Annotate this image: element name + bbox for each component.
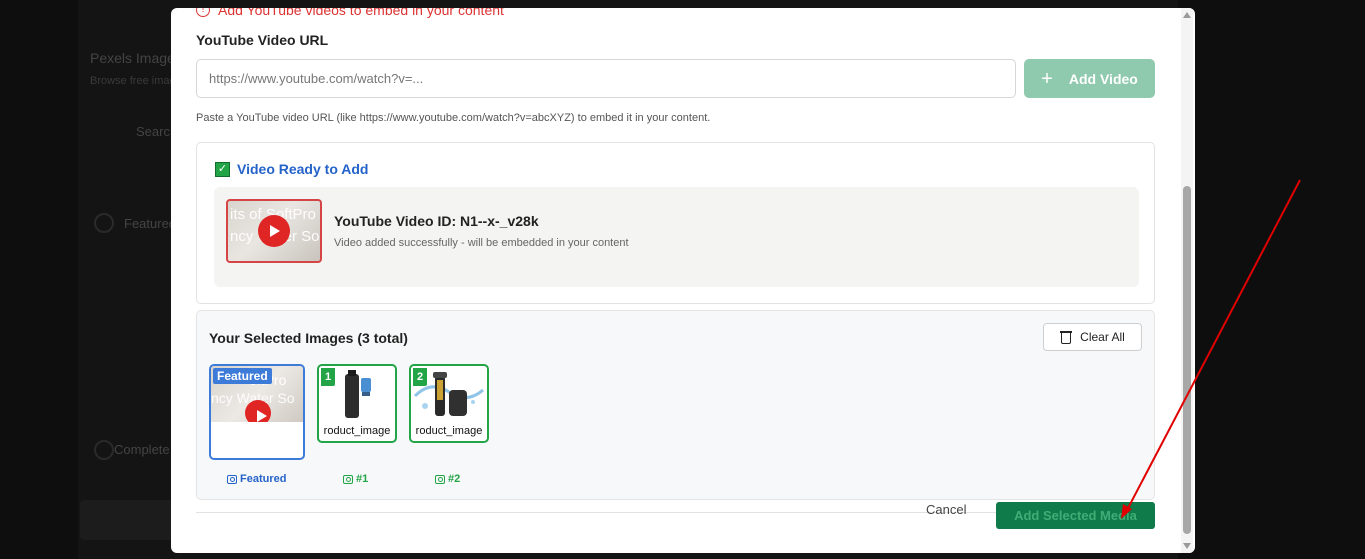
- image-number-badge: 2: [413, 368, 427, 386]
- image-1-label-text: #1: [356, 473, 369, 485]
- image-2-label-text: #2: [448, 473, 461, 485]
- bg-complete-icon: [94, 440, 114, 460]
- bg-featured-icon: [94, 213, 114, 233]
- bg-complete-label: Complete: [114, 442, 170, 457]
- modal-scrollbar[interactable]: [1181, 8, 1193, 553]
- scroll-down-arrow-icon[interactable]: [1183, 543, 1191, 549]
- play-icon[interactable]: [258, 215, 290, 247]
- check-icon: ✓: [215, 161, 230, 177]
- youtube-url-label: YouTube Video URL: [196, 32, 329, 48]
- error-text: Add YouTube videos to embed in your cont…: [218, 8, 504, 18]
- video-status-text: Video added successfully - will be embed…: [334, 237, 629, 249]
- scrollbar-thumb[interactable]: [1183, 186, 1191, 534]
- alert-circle-icon: !: [196, 8, 210, 17]
- image-icon: [227, 474, 237, 484]
- selected-image-featured[interactable]: oftPro ncy Water So Featured: [209, 364, 305, 460]
- error-message: ! Add YouTube videos to embed in your co…: [196, 8, 504, 18]
- featured-label-text: Featured: [240, 473, 287, 485]
- video-preview-card: its of SoftPro ncy Water So YouTube Vide…: [214, 187, 1139, 287]
- image-1-label: #1: [343, 473, 368, 485]
- modal-content: ! Add YouTube videos to embed in your co…: [196, 8, 1155, 553]
- selected-image-2[interactable]: 2 roduct_image: [409, 364, 489, 443]
- clear-all-button[interactable]: Clear All: [1043, 323, 1142, 351]
- video-id-label: YouTube Video ID: N1--x-_v28k: [334, 213, 539, 229]
- image-number-badge: 1: [321, 368, 335, 386]
- image-caption: roduct_image: [323, 425, 391, 437]
- featured-badge: Featured: [213, 368, 272, 384]
- trash-icon: [1060, 330, 1073, 344]
- url-help-text: Paste a YouTube video URL (like https://…: [196, 112, 711, 124]
- bg-title: Pexels Images: [90, 50, 182, 66]
- plus-icon: +: [1041, 67, 1053, 90]
- image-2-label: #2: [435, 473, 460, 485]
- scroll-up-arrow-icon[interactable]: [1183, 12, 1191, 18]
- video-ready-heading: ✓ Video Ready to Add: [215, 161, 368, 177]
- cancel-button[interactable]: Cancel: [926, 502, 966, 517]
- selected-image-1[interactable]: 1 roduct_image: [317, 364, 397, 443]
- add-video-button[interactable]: + Add Video: [1024, 59, 1155, 98]
- camera-icon: [343, 474, 353, 484]
- clear-all-label: Clear All: [1080, 330, 1125, 344]
- add-media-modal: ! Add YouTube videos to embed in your co…: [171, 8, 1195, 553]
- selected-images-panel: Your Selected Images (3 total) Clear All…: [196, 310, 1155, 500]
- play-icon: [245, 400, 271, 422]
- camera-icon: [435, 474, 445, 484]
- image-caption: roduct_image: [415, 425, 483, 437]
- featured-label: Featured: [227, 473, 286, 485]
- add-selected-media-button[interactable]: Add Selected Media: [996, 502, 1155, 529]
- video-thumbnail[interactable]: its of SoftPro ncy Water So: [226, 199, 322, 263]
- bg-featured-label: Featured: [124, 216, 177, 231]
- video-ready-title: Video Ready to Add: [237, 161, 369, 177]
- youtube-url-input[interactable]: [196, 59, 1016, 98]
- selected-images-title: Your Selected Images (3 total): [209, 330, 408, 346]
- add-video-label: Add Video: [1068, 70, 1138, 87]
- video-ready-panel: ✓ Video Ready to Add its of SoftPro ncy …: [196, 142, 1155, 304]
